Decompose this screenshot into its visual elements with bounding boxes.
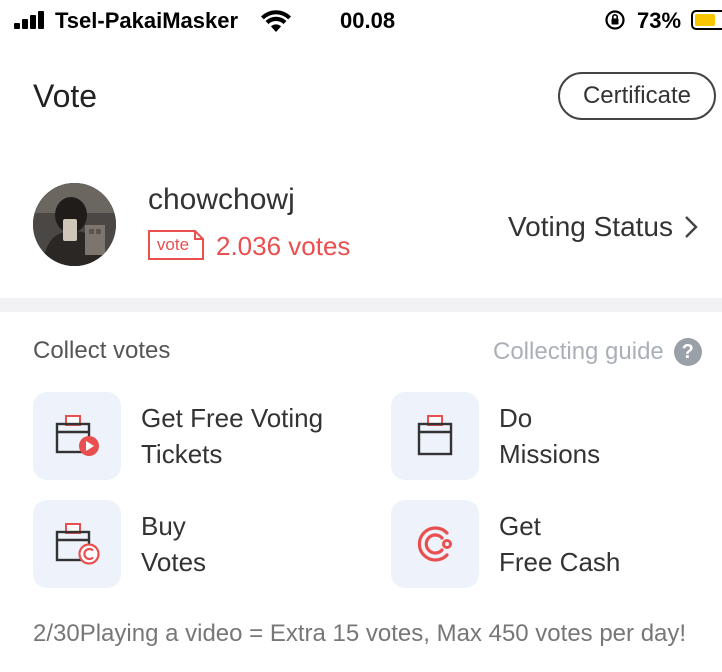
collecting-guide-link[interactable]: Collecting guide ? [493, 338, 702, 366]
rotation-lock-icon [605, 10, 625, 30]
clock: 00.08 [340, 8, 396, 33]
page-title: Vote [33, 78, 98, 114]
vote-tag-label: vote [156, 235, 190, 254]
collect-votes-title: Collect votes [33, 337, 171, 364]
certificate-button[interactable]: Certificate [558, 72, 716, 120]
username: chowchowj [148, 183, 295, 216]
task-icon-tile [33, 392, 121, 480]
task-label: Get Free Cash [499, 511, 621, 577]
voting-status-label: Voting Status [508, 211, 674, 242]
buy-votes-button[interactable]: Buy Votes [33, 500, 206, 588]
wifi-icon [261, 10, 291, 32]
ticket-play-icon [55, 415, 99, 456]
carrier-name: Tsel-PakaiMasker [55, 8, 239, 33]
daily-limit-note: 2/30Playing a video = Extra 15 votes, Ma… [33, 620, 687, 647]
battery-level [695, 14, 715, 26]
task-label: Buy Votes [141, 511, 207, 577]
task-icon-tile [391, 392, 479, 480]
section-divider [0, 298, 722, 312]
task-icon-tile [33, 500, 121, 588]
task-icon-tile [391, 500, 479, 588]
collecting-guide-label: Collecting guide [493, 338, 664, 365]
voting-status-link[interactable]: Voting Status [508, 211, 699, 243]
avatar[interactable] [33, 183, 116, 266]
vote-count: 2.036 votes [216, 231, 351, 261]
vote-tag: vote [148, 230, 204, 260]
ticket-coin-icon [55, 523, 100, 565]
get-free-voting-tickets-button[interactable]: Get Free Voting Tickets [33, 392, 323, 480]
chevron-right-icon [685, 216, 698, 238]
do-missions-button[interactable]: Do Missions [391, 392, 600, 480]
battery-icon [691, 10, 722, 30]
get-free-cash-button[interactable]: Get Free Cash [391, 500, 620, 588]
avatar-photo [33, 183, 116, 266]
task-label: Do Missions [499, 403, 601, 469]
status-bar: Tsel-PakaiMasker 00.08 73% [0, 0, 722, 44]
signal-icon [14, 11, 46, 29]
cash-c-icon [417, 526, 452, 562]
battery-percent: 73% [637, 8, 682, 33]
ticket-icon [417, 415, 453, 456]
task-label: Get Free Voting Tickets [141, 403, 324, 469]
help-icon: ? [673, 338, 702, 366]
